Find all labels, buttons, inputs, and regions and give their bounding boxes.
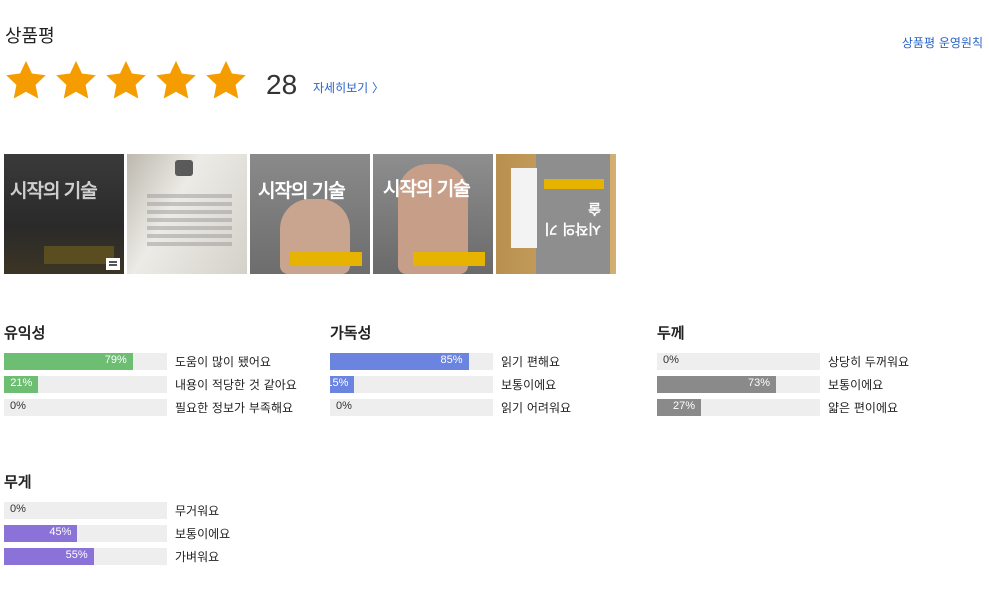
rating-label: 상당히 두꺼워요 [828, 355, 910, 369]
star-icon [103, 58, 149, 104]
rating-percent: 55% [65, 549, 88, 561]
rating-percent: 0% [10, 503, 26, 515]
star-icon [203, 58, 249, 104]
rating-row: 0% 상당히 두꺼워요 [657, 353, 957, 370]
rating-label: 가벼워요 [175, 550, 220, 564]
star-icon [3, 58, 49, 104]
rating-label: 보통이에요 [828, 378, 884, 392]
review-photo-strip: 시작의 기술 시작의 기술 시작의 기술 시작의 기술 [4, 154, 616, 274]
rating-label: 내용이 적당한 것 같아요 [175, 378, 297, 392]
rating-group-title: 무게 [4, 473, 32, 491]
rating-row: 0% 읽기 어려워요 [330, 399, 630, 416]
rating-label: 읽기 어려워요 [501, 401, 572, 415]
review-photo-2[interactable] [127, 154, 247, 274]
rating-percent: 79% [104, 354, 127, 366]
rating-group-title: 유익성 [4, 324, 46, 342]
rating-label: 얇은 편이에요 [828, 401, 899, 415]
rating-percent: 0% [10, 400, 26, 412]
rating-percent: 73% [747, 377, 770, 389]
review-policy-link[interactable]: 상품평 운영원칙 [902, 34, 983, 51]
review-photo-3[interactable]: 시작의 기술 [250, 154, 370, 274]
rating-bar: 45% [4, 525, 167, 542]
rating-row: 79% 도움이 많이 됐어요 [4, 353, 304, 370]
rating-stars [3, 58, 249, 104]
rating-group-title: 두께 [657, 324, 685, 342]
rating-percent: 15% [326, 377, 349, 389]
rating-bar: 21% [4, 376, 167, 393]
rating-row: 27% 얇은 편이에요 [657, 399, 957, 416]
rating-group: 무게 0% 무거워요 45% 보통이에요 55% 가벼워요 [4, 471, 304, 571]
rating-label: 필요한 정보가 부족해요 [175, 401, 294, 415]
rating-row: 73% 보통이에요 [657, 376, 957, 393]
rating-percent: 85% [440, 354, 463, 366]
rating-bar: 79% [4, 353, 167, 370]
rating-label: 무거워요 [175, 504, 220, 518]
rating-row: 85% 읽기 편해요 [330, 353, 630, 370]
rating-label: 도움이 많이 됐어요 [175, 355, 271, 369]
rating-percent: 45% [49, 526, 72, 538]
rating-group: 가독성 85% 읽기 편해요 15% 보통이에요 0% 읽기 어려워요 [326, 322, 630, 422]
rating-row: 15% 보통이에요 [326, 376, 630, 393]
review-count: 28 [266, 69, 298, 100]
rating-row: 55% 가벼워요 [4, 548, 304, 565]
rating-group: 유익성 79% 도움이 많이 됐어요 21% 내용이 적당한 것 같아요 0% 필요한 정보… [4, 322, 304, 422]
review-section-title: 상품평 [5, 26, 55, 47]
rating-label: 보통이에요 [175, 527, 231, 541]
rating-label: 보통이에요 [501, 378, 557, 392]
rating-bar: 27% [657, 399, 820, 416]
review-photo-4[interactable]: 시작의 기술 [373, 154, 493, 274]
rating-label: 읽기 편해요 [501, 355, 561, 369]
rating-bar: 0% [330, 399, 493, 416]
rating-bar: 55% [4, 548, 167, 565]
rating-percent: 27% [672, 400, 696, 412]
rating-bar: 0% [657, 353, 820, 370]
rating-percent: 0% [336, 400, 352, 412]
rating-bar: 15% [326, 376, 493, 393]
review-photo-5[interactable]: 시작의 기술 [496, 154, 616, 274]
star-icon [53, 58, 99, 104]
rating-bar: 85% [330, 353, 493, 370]
rating-row: 21% 내용이 적당한 것 같아요 [4, 376, 304, 393]
review-photo-1[interactable]: 시작의 기술 [4, 154, 124, 274]
rating-row: 0% 무거워요 [4, 502, 304, 519]
rating-row: 45% 보통이에요 [4, 525, 304, 542]
comment-icon [106, 258, 120, 270]
star-icon [153, 58, 199, 104]
rating-percent: 21% [10, 377, 33, 389]
rating-bar: 0% [4, 399, 167, 416]
rating-percent: 0% [663, 354, 679, 366]
view-details-link[interactable]: 자세히보기 〉 [313, 79, 384, 96]
rating-bar: 0% [4, 502, 167, 519]
rating-group: 두께 0% 상당히 두꺼워요 73% 보통이에요 27% 얇은 편이에요 [657, 322, 957, 422]
rating-bar: 73% [657, 376, 820, 393]
rating-group-title: 가독성 [330, 324, 372, 342]
rating-row: 0% 필요한 정보가 부족해요 [4, 399, 304, 416]
